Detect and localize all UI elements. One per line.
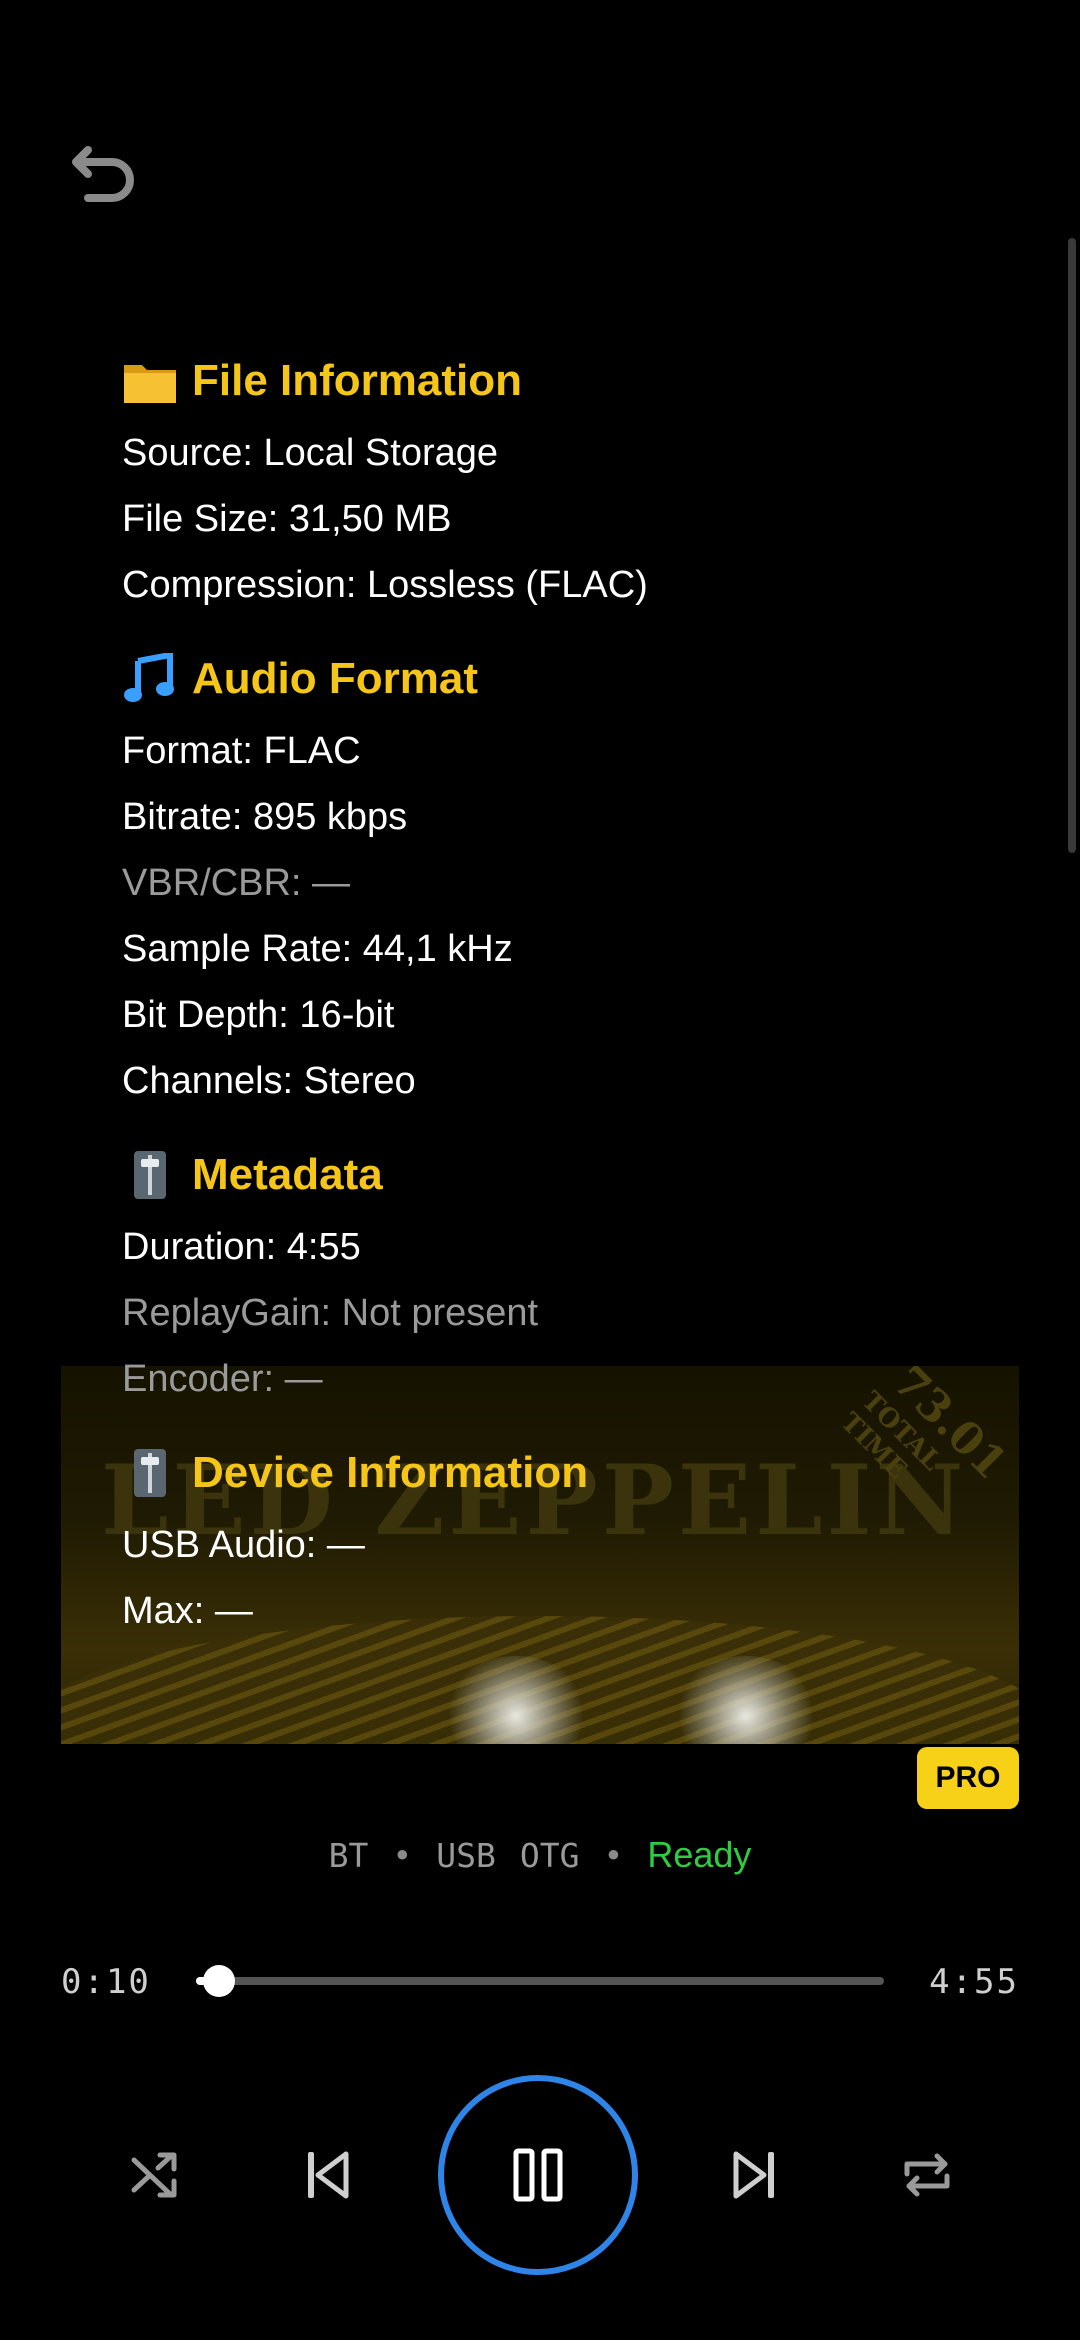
info-bitrate: Bitrate: 895 kbps <box>122 796 408 838</box>
undo-arrow-icon <box>72 146 134 202</box>
repeat-button[interactable] <box>892 2140 962 2210</box>
track-info-panel: File Information Source: Local Storage F… <box>122 330 1002 1644</box>
next-button[interactable] <box>720 2140 790 2210</box>
status-otg: OTG <box>519 1835 580 1875</box>
info-vbr-cbr: VBR/CBR: — <box>122 862 351 904</box>
section-device-information: Device Information <box>122 1434 1002 1512</box>
section-title: Metadata <box>192 1150 383 1199</box>
info-format: Format: FLAC <box>122 730 361 772</box>
section-file-information: File Information <box>122 342 1002 420</box>
info-usb-audio: USB Audio: — <box>122 1524 365 1566</box>
shuffle-icon <box>131 2152 177 2198</box>
previous-button[interactable] <box>292 2140 362 2210</box>
shuffle-button[interactable] <box>120 2140 190 2210</box>
pro-badge[interactable]: PRO <box>917 1747 1019 1809</box>
status-bt: BT <box>328 1835 369 1875</box>
info-duration: Duration: 4:55 <box>122 1226 361 1268</box>
info-bit-depth: Bit Depth: 16-bit <box>122 994 395 1036</box>
seek-bar[interactable] <box>196 1965 884 1997</box>
seek-thumb[interactable] <box>203 1965 236 1997</box>
current-time: 0:10 <box>61 1962 151 2002</box>
section-title: Audio Format <box>192 654 478 703</box>
level-slider-icon <box>122 1448 178 1498</box>
section-title: Device Information <box>192 1448 589 1497</box>
total-time: 4:55 <box>929 1962 1019 2002</box>
section-metadata: Metadata <box>122 1136 1002 1214</box>
info-source: Source: Local Storage <box>122 432 499 474</box>
info-replaygain: ReplayGain: Not present <box>122 1292 539 1334</box>
info-file-size: File Size: 31,50 MB <box>122 498 452 540</box>
info-max: Max: — <box>122 1590 253 1632</box>
info-channels: Channels: Stereo <box>122 1060 416 1102</box>
info-sample-rate: Sample Rate: 44,1 kHz <box>122 928 513 970</box>
skip-next-icon <box>733 2151 774 2199</box>
repeat-icon <box>904 2153 950 2197</box>
section-title: File Information <box>192 356 522 405</box>
status-separator: • <box>392 1835 413 1875</box>
back-button[interactable] <box>66 126 142 202</box>
info-compression: Compression: Lossless (FLAC) <box>122 564 648 606</box>
status-separator: • <box>603 1835 624 1875</box>
scrollbar[interactable] <box>1068 238 1076 853</box>
section-audio-format: Audio Format <box>122 640 1002 718</box>
music-note-icon <box>122 653 178 704</box>
pause-icon <box>513 2148 563 2202</box>
status-ready: Ready <box>647 1834 752 1875</box>
play-pause-button[interactable] <box>438 2075 638 2275</box>
connection-status: BT • USB OTG • Ready <box>0 1830 1080 1880</box>
level-slider-icon <box>122 1150 178 1200</box>
folder-icon <box>122 356 178 406</box>
info-encoder: Encoder: — <box>122 1358 323 1400</box>
status-usb: USB <box>436 1835 496 1875</box>
skip-previous-icon <box>308 2151 349 2199</box>
